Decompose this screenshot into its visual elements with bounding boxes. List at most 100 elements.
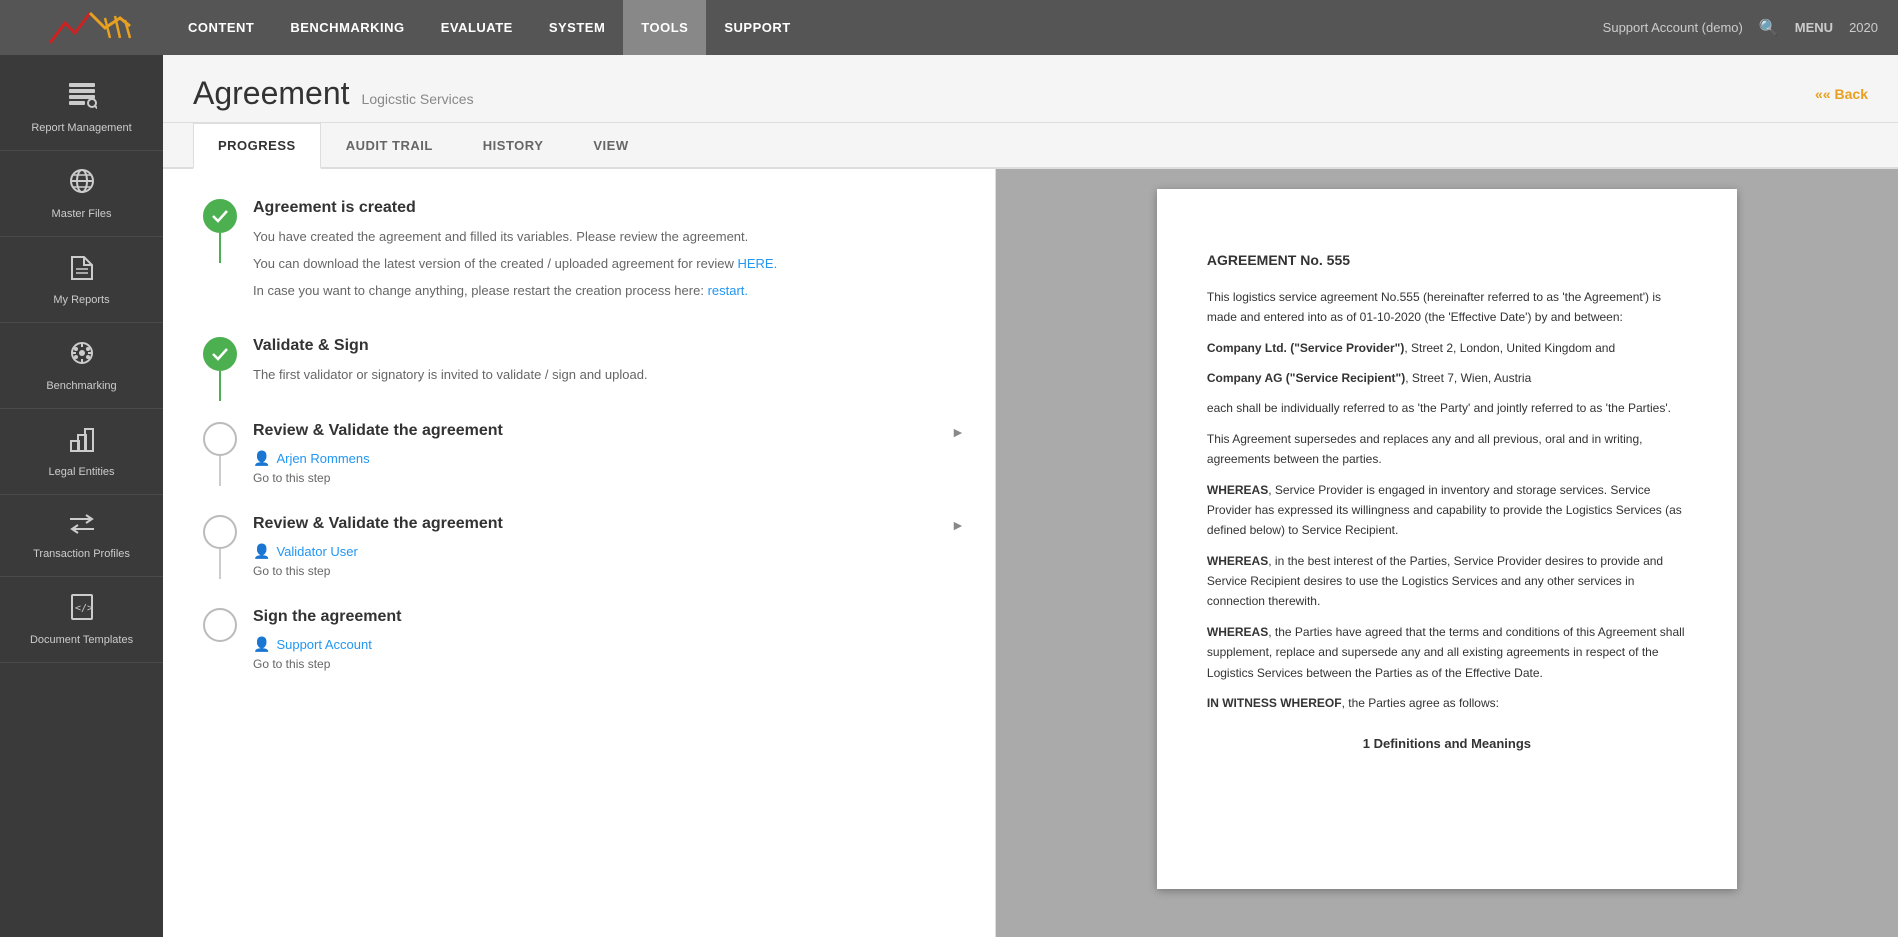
step-desc-1b: You can download the latest version of t…	[253, 254, 965, 275]
sidebar-label-legal-entities: Legal Entities	[48, 466, 114, 478]
user-icon-5: 👤	[253, 636, 270, 653]
sidebar-label-benchmarking: Benchmarking	[46, 380, 116, 392]
nav-system[interactable]: SYSTEM	[531, 0, 623, 55]
sidebar-item-benchmarking[interactable]: Benchmarking	[0, 323, 163, 409]
step-circle-5	[203, 608, 237, 642]
doc-whereas3-bold: WHEREAS	[1207, 625, 1268, 639]
step-desc-1c: In case you want to change anything, ple…	[253, 281, 965, 302]
doc-whereas1-rest: , Service Provider is engaged in invento…	[1207, 483, 1682, 538]
body-content: Agreement is created You have created th…	[163, 169, 1898, 937]
step-indicator-3	[203, 422, 237, 486]
step-content-5: Sign the agreement 👤 Support Account Go …	[253, 608, 965, 701]
tab-history[interactable]: HISTORY	[458, 123, 569, 167]
step-username-4: Validator User	[276, 544, 357, 559]
page-title: Agreement	[193, 75, 350, 112]
go-to-step-4[interactable]: Go to this step	[253, 564, 965, 578]
sidebar-label-transaction-profiles: Transaction Profiles	[33, 548, 130, 560]
step-circle-2	[203, 337, 237, 371]
step-line-3	[219, 456, 221, 486]
page-title-area: Agreement Logicstic Services	[193, 75, 474, 112]
doc-party2-rest: , Street 7, Wien, Austria	[1405, 371, 1531, 385]
nav-user: Support Account (demo)	[1603, 20, 1743, 35]
progress-panel: Agreement is created You have created th…	[163, 169, 996, 937]
step-restart-link[interactable]: restart.	[708, 283, 748, 298]
nav-links: CONTENT BENCHMARKING EVALUATE SYSTEM TOO…	[170, 0, 1603, 55]
step-header-row-4: Review & Validate the agreement ►	[253, 515, 965, 543]
logo	[45, 8, 135, 48]
doc-section1: 1 Definitions and Meanings	[1207, 733, 1687, 755]
step-line-4	[219, 549, 221, 579]
send-icon-3[interactable]: ►	[951, 422, 965, 440]
sidebar-label-master-files: Master Files	[52, 208, 112, 220]
nav-support[interactable]: SUPPORT	[706, 0, 808, 55]
doc-whereas3: WHEREAS, the Parties have agreed that th…	[1207, 622, 1687, 683]
step-line-1	[219, 233, 221, 263]
sidebar-label-document-templates: Document Templates	[30, 634, 133, 646]
back-button[interactable]: «« Back	[1815, 86, 1868, 102]
sidebar-item-transaction-profiles[interactable]: Transaction Profiles	[0, 495, 163, 577]
doc-para2: This Agreement supersedes and replaces a…	[1207, 429, 1687, 470]
page-subtitle: Logicstic Services	[362, 91, 474, 107]
step-content-2: Validate & Sign The first validator or s…	[253, 337, 965, 422]
sidebar-item-legal-entities[interactable]: Legal Entities	[0, 409, 163, 495]
step-desc-1c-text: In case you want to change anything, ple…	[253, 283, 704, 298]
step-content-1: Agreement is created You have created th…	[253, 199, 965, 337]
year-label: 2020	[1849, 20, 1878, 35]
doc-party1: Company Ltd. ("Service Provider"), Stree…	[1207, 338, 1687, 358]
step-title-5: Sign the agreement	[253, 608, 965, 626]
tab-view[interactable]: VIEW	[568, 123, 653, 167]
step-indicator-2	[203, 337, 237, 401]
step-here-link[interactable]: HERE.	[737, 256, 777, 271]
back-label: Back	[1835, 86, 1868, 102]
document-page: AGREEMENT No. 555 This logistics service…	[1157, 189, 1737, 889]
report-management-icon	[67, 81, 97, 116]
step-content-4: Review & Validate the agreement ► 👤 Vali…	[253, 515, 965, 608]
step-indicator-1	[203, 199, 237, 263]
my-reports-icon	[68, 253, 96, 288]
go-to-step-3[interactable]: Go to this step	[253, 471, 965, 485]
doc-whereas2-bold: WHEREAS	[1207, 554, 1268, 568]
sidebar-item-document-templates[interactable]: </> Document Templates	[0, 577, 163, 663]
page-header: Agreement Logicstic Services «« Back	[163, 55, 1898, 123]
sidebar-item-master-files[interactable]: Master Files	[0, 151, 163, 237]
search-icon[interactable]: 🔍	[1759, 18, 1779, 38]
nav-content[interactable]: CONTENT	[170, 0, 272, 55]
sidebar-label-my-reports: My Reports	[53, 294, 109, 306]
document-templates-icon: </>	[68, 593, 96, 628]
step-desc-1a: You have created the agreement and fille…	[253, 227, 965, 248]
doc-para1: each shall be individually referred to a…	[1207, 398, 1687, 418]
benchmarking-icon	[68, 339, 96, 374]
legal-entities-icon	[68, 425, 96, 460]
top-navigation: CONTENT BENCHMARKING EVALUATE SYSTEM TOO…	[0, 0, 1898, 55]
nav-evaluate[interactable]: EVALUATE	[423, 0, 531, 55]
step-user-3: 👤 Arjen Rommens	[253, 450, 965, 467]
doc-witness-bold: IN WITNESS WHEREOF	[1207, 696, 1342, 710]
step-circle-1	[203, 199, 237, 233]
doc-intro: This logistics service agreement No.555 …	[1207, 287, 1687, 328]
sidebar: Report Management Master Files	[0, 55, 163, 937]
go-to-step-5[interactable]: Go to this step	[253, 657, 965, 671]
doc-whereas1-bold: WHEREAS	[1207, 483, 1268, 497]
tab-audit-trail[interactable]: AUDIT TRAIL	[321, 123, 458, 167]
menu-label[interactable]: MENU	[1795, 20, 1833, 35]
nav-benchmarking[interactable]: BENCHMARKING	[272, 0, 422, 55]
step-created: Agreement is created You have created th…	[203, 199, 965, 337]
sidebar-item-my-reports[interactable]: My Reports	[0, 237, 163, 323]
doc-party2: Company AG ("Service Recipient"), Street…	[1207, 368, 1687, 388]
sidebar-item-report-management[interactable]: Report Management	[0, 65, 163, 151]
step-validate-sign: Validate & Sign The first validator or s…	[203, 337, 965, 422]
tab-progress[interactable]: PROGRESS	[193, 123, 321, 169]
send-icon-4[interactable]: ►	[951, 515, 965, 533]
step-desc-1b-text: You can download the latest version of t…	[253, 256, 734, 271]
step-content-3: Review & Validate the agreement ► 👤 Arje…	[253, 422, 965, 515]
step-username-3: Arjen Rommens	[276, 451, 369, 466]
tabs-bar: PROGRESS AUDIT TRAIL HISTORY VIEW	[163, 123, 1898, 169]
nav-tools[interactable]: TOOLS	[623, 0, 706, 55]
step-title-3: Review & Validate the agreement	[253, 422, 503, 440]
doc-whereas2: WHEREAS, in the best interest of the Par…	[1207, 551, 1687, 612]
step-line-2	[219, 371, 221, 401]
step-indicator-5	[203, 608, 237, 642]
step-title-2: Validate & Sign	[253, 337, 965, 355]
doc-party2-bold: Company AG ("Service Recipient")	[1207, 371, 1405, 385]
logo-area	[10, 8, 170, 48]
